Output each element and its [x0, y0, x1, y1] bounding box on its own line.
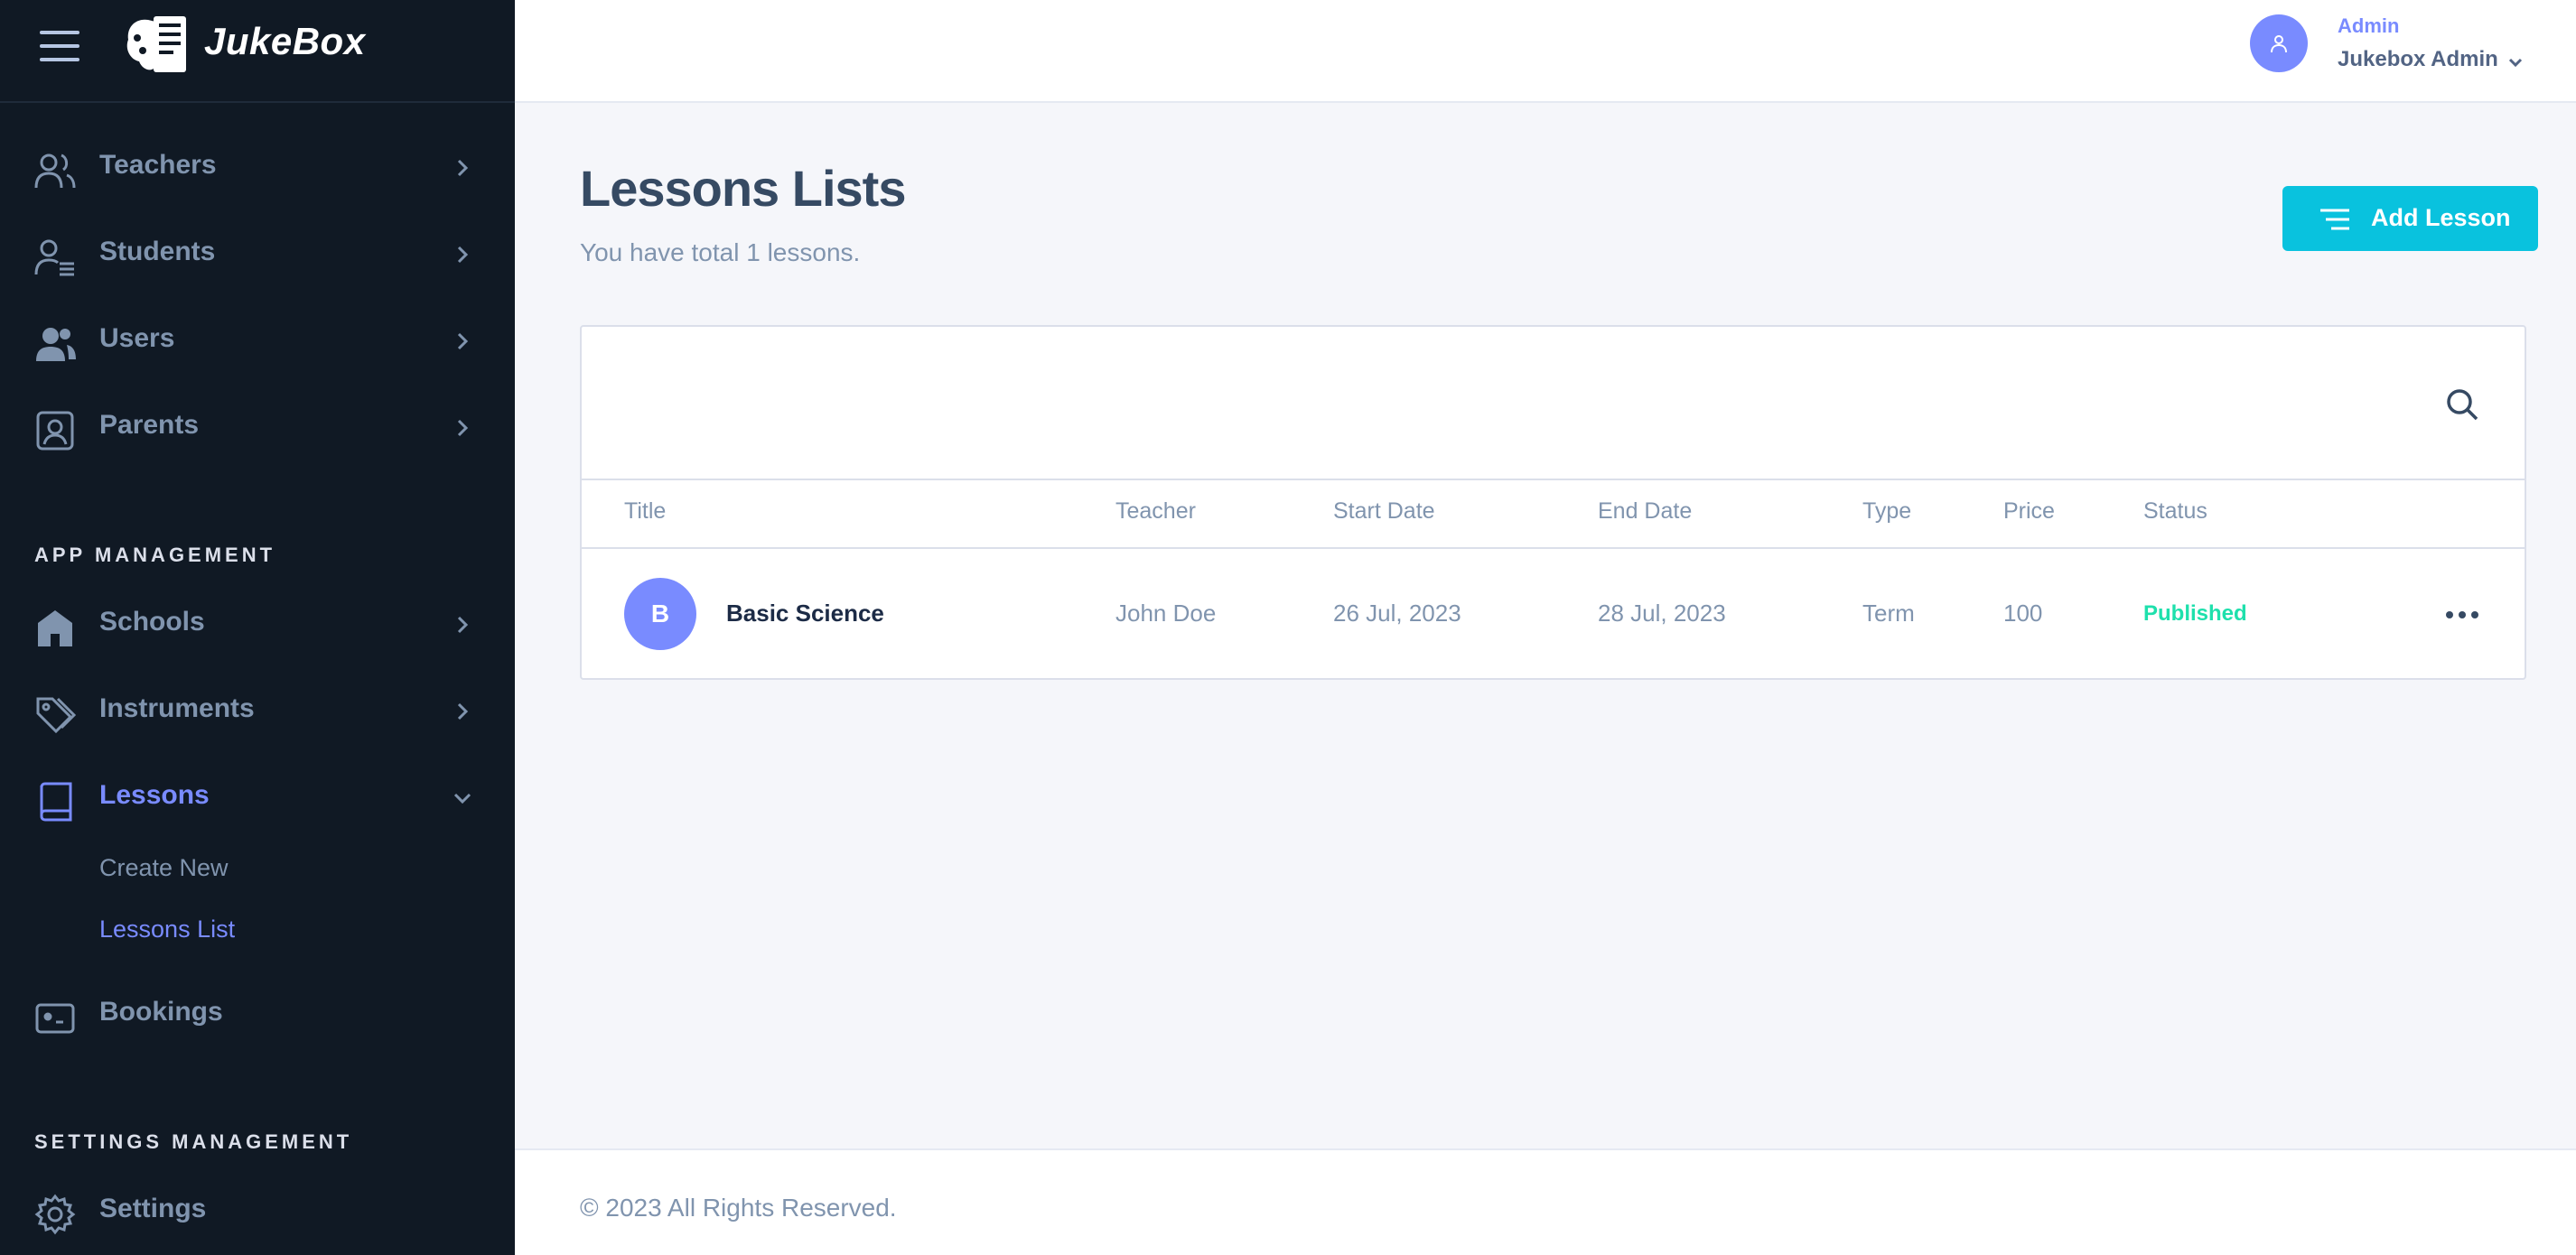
users-icon	[36, 328, 76, 361]
students-icon	[34, 239, 74, 276]
nav-item-students[interactable]: Students	[0, 218, 515, 291]
section-title-settings-management: SETTINGS MANAGEMENT	[34, 1130, 353, 1153]
nav-item-bookings[interactable]: Bookings	[0, 979, 515, 1051]
lesson-start-date: 26 Jul, 2023	[1333, 600, 1461, 627]
nav-label: Parents	[99, 410, 200, 440]
nav-item-instruments[interactable]: Instruments	[0, 675, 515, 748]
add-lesson-label: Add Lesson	[2371, 204, 2511, 231]
brand-name: JukeBox	[204, 20, 366, 62]
nav-label: Schools	[99, 607, 205, 637]
school-icon	[38, 610, 72, 646]
chevron-right-icon	[457, 159, 469, 177]
column-title: Title	[624, 498, 667, 524]
lesson-teacher: John Doe	[1115, 600, 1217, 627]
column-status: Status	[2143, 498, 2207, 524]
user-role: Admin	[2338, 14, 2400, 37]
column-price: Price	[2003, 498, 2055, 524]
nav-label: Teachers	[99, 150, 217, 180]
nav-label: Settings	[99, 1194, 207, 1223]
nav-label: Instruments	[99, 693, 255, 723]
footer-copyright: © 2023 All Rights Reserved.	[580, 1194, 897, 1222]
chevron-down-icon	[453, 793, 471, 804]
chevron-right-icon	[457, 332, 469, 350]
page-subtitle: You have total 1 lessons.	[580, 238, 861, 266]
user-icon	[2271, 35, 2287, 53]
nav-label: Students	[99, 237, 216, 266]
user-name[interactable]: Jukebox Admin	[2338, 47, 2498, 72]
tag-icon	[36, 697, 76, 734]
chevron-right-icon	[457, 419, 469, 437]
nav-item-settings[interactable]: Settings	[0, 1176, 515, 1248]
ticket-icon	[35, 1003, 75, 1034]
column-end-date: End Date	[1598, 498, 1693, 524]
nav-item-users[interactable]: Users	[0, 305, 515, 377]
nav-item-lessons[interactable]: Lessons	[0, 762, 515, 834]
nav-label: Lessons	[99, 780, 210, 810]
sub-item-lessons-list[interactable]: Lessons List	[99, 916, 235, 944]
lesson-avatar: B	[624, 578, 696, 650]
lesson-end-date: 28 Jul, 2023	[1598, 600, 1726, 627]
nav-label: Users	[99, 323, 175, 353]
nav-item-schools[interactable]: Schools	[0, 589, 515, 661]
gear-icon	[34, 1194, 76, 1235]
lesson-price: 100	[2003, 600, 2043, 627]
sidebar: JukeBox Teachers Students Users Parents	[0, 0, 515, 1255]
menu-toggle-icon[interactable]	[40, 31, 79, 61]
book-icon	[40, 782, 72, 822]
lesson-type: Term	[1862, 600, 1915, 627]
sidebar-header: JukeBox	[0, 0, 515, 103]
nav-label: Bookings	[99, 997, 223, 1027]
teachers-icon	[34, 153, 76, 189]
list-icon	[2320, 209, 2349, 230]
section-title-app-management: APP MANAGEMENT	[34, 544, 276, 566]
column-teacher: Teacher	[1115, 498, 1196, 524]
logo-icon	[126, 16, 186, 72]
nav-item-teachers[interactable]: Teachers	[0, 132, 515, 204]
user-avatar[interactable]	[2250, 14, 2308, 72]
nav-item-parents[interactable]: Parents	[0, 392, 515, 464]
parents-icon	[36, 411, 74, 451]
chevron-right-icon	[457, 702, 469, 720]
table-header	[582, 479, 2525, 549]
status-badge: Published	[2143, 601, 2247, 626]
more-options-icon[interactable]	[2446, 607, 2480, 623]
column-type: Type	[1862, 498, 1912, 524]
lesson-title[interactable]: Basic Science	[726, 600, 884, 628]
topbar: Admin Jukebox Admin	[515, 0, 2576, 103]
chevron-down-icon[interactable]	[2506, 52, 2525, 72]
add-lesson-button[interactable]: Add Lesson	[2282, 186, 2538, 251]
column-start-date: Start Date	[1333, 498, 1435, 524]
sub-item-create-new[interactable]: Create New	[99, 854, 229, 882]
chevron-right-icon	[457, 246, 469, 264]
chevron-right-icon	[457, 616, 469, 634]
page-title: Lessons Lists	[580, 160, 906, 217]
search-icon[interactable]	[2444, 386, 2480, 423]
